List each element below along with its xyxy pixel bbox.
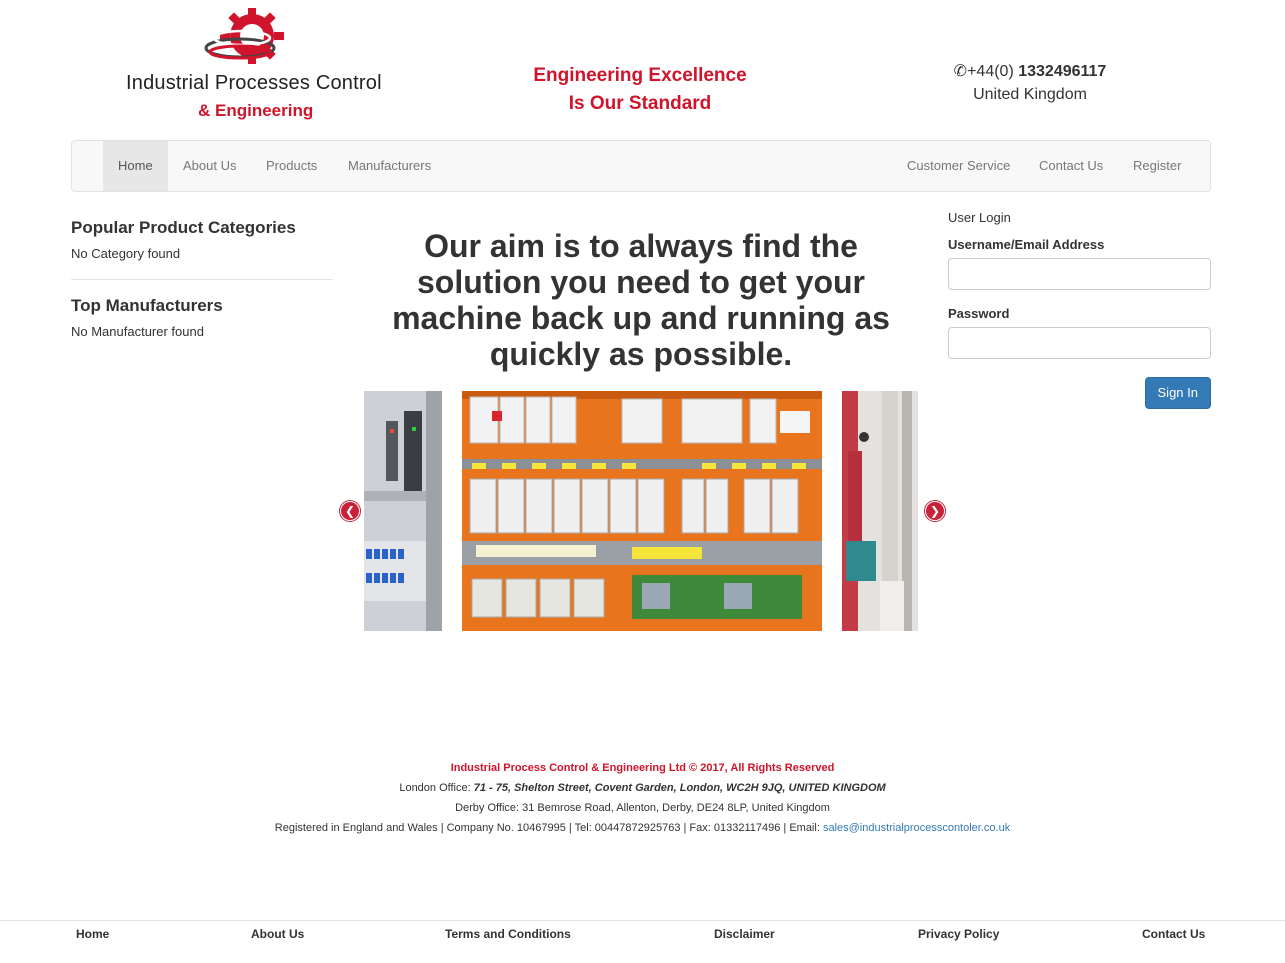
nav-products[interactable]: Products (251, 141, 332, 191)
footer-registered-text: Registered in England and Wales | Compan… (274, 822, 823, 834)
footer-derby: Derby Office: 31 Bemrose Road, Allenton,… (455, 802, 830, 814)
username-label: Username/Email Address (948, 237, 1105, 252)
categories-empty: No Category found (71, 246, 181, 261)
nav-customer-service[interactable]: Customer Service (892, 141, 1025, 191)
country: United Kingdom (973, 86, 1087, 103)
carousel-prev-button[interactable]: ❮ (340, 501, 360, 521)
login-form: User Login Username/Email Address Passwo… (948, 210, 1211, 409)
login-title: User Login (948, 210, 1011, 225)
site-logo[interactable]: Industrial Processes Control & Engineeri… (120, 8, 385, 126)
footer-copyright: Industrial Process Control & Engineering… (450, 762, 835, 774)
footer-london-address: 71 - 75, Shelton Street, Covent Garden, … (473, 782, 886, 794)
phone-number[interactable]: 1332496117 (1018, 63, 1106, 80)
sidebar-divider (71, 279, 333, 280)
chevron-right-icon: ❯ (929, 504, 941, 518)
password-label: Password (948, 306, 1010, 321)
manufacturers-heading: Top Manufacturers (71, 296, 223, 315)
logo-text-line2: & Engineering (198, 101, 314, 120)
footer-london: London Office: 71 - 75, Shelton Street, … (0, 778, 1285, 798)
nav-home[interactable]: Home (103, 141, 168, 191)
logo-text-line1: Industrial Processes Control (126, 72, 382, 94)
carousel-slide-prev[interactable] (364, 391, 442, 631)
categories-heading: Popular Product Categories (71, 218, 296, 237)
password-input[interactable] (948, 327, 1211, 359)
bottom-nav: Home About Us Terms and Conditions Discl… (0, 920, 1285, 963)
nav-register[interactable]: Register (1118, 141, 1196, 191)
chevron-left-icon: ❮ (344, 504, 356, 518)
bottom-nav-privacy[interactable]: Privacy Policy (918, 927, 999, 941)
carousel-next-button[interactable]: ❯ (925, 501, 945, 521)
footer-registered: Registered in England and Wales | Compan… (0, 818, 1285, 838)
nav-about-us[interactable]: About Us (168, 141, 251, 191)
tagline: Engineering Excellence Is Our Standard (490, 62, 790, 118)
left-sidebar: Popular Product Categories No Category f… (71, 218, 333, 339)
nav-contact-us[interactable]: Contact Us (1024, 141, 1118, 191)
tagline-line1: Engineering Excellence (533, 65, 747, 86)
image-carousel: ❮ ❯ (334, 391, 948, 631)
bottom-nav-home[interactable]: Home (76, 927, 109, 941)
nav-manufacturers[interactable]: Manufacturers (333, 141, 446, 191)
phone-prefix: +44(0) (967, 63, 1019, 80)
carousel-slide-next[interactable] (842, 391, 918, 631)
manufacturers-empty: No Manufacturer found (71, 324, 204, 339)
headline: Our aim is to always find the solution y… (392, 228, 890, 372)
carousel-slide-active[interactable] (462, 391, 822, 631)
main-navbar: Home About Us Products Manufacturers Cus… (71, 140, 1211, 192)
footer-london-label: London Office: (399, 782, 474, 794)
contact-phone: ✆+44(0) 1332496117 United Kingdom (930, 60, 1130, 106)
bottom-nav-terms[interactable]: Terms and Conditions (445, 927, 571, 941)
footer-email-link[interactable]: sales@industrialprocesscontoler.co.uk (823, 822, 1010, 834)
bottom-nav-about-us[interactable]: About Us (251, 927, 304, 941)
username-input[interactable] (948, 258, 1211, 290)
gear-logo-icon (204, 8, 284, 64)
footer: Industrial Process Control & Engineering… (0, 758, 1285, 838)
bottom-nav-disclaimer[interactable]: Disclaimer (714, 927, 775, 941)
sign-in-button[interactable]: Sign In (1144, 377, 1211, 409)
bottom-nav-contact-us[interactable]: Contact Us (1142, 927, 1205, 941)
tagline-line2: Is Our Standard (568, 93, 712, 114)
phone-icon: ✆ (953, 63, 968, 80)
